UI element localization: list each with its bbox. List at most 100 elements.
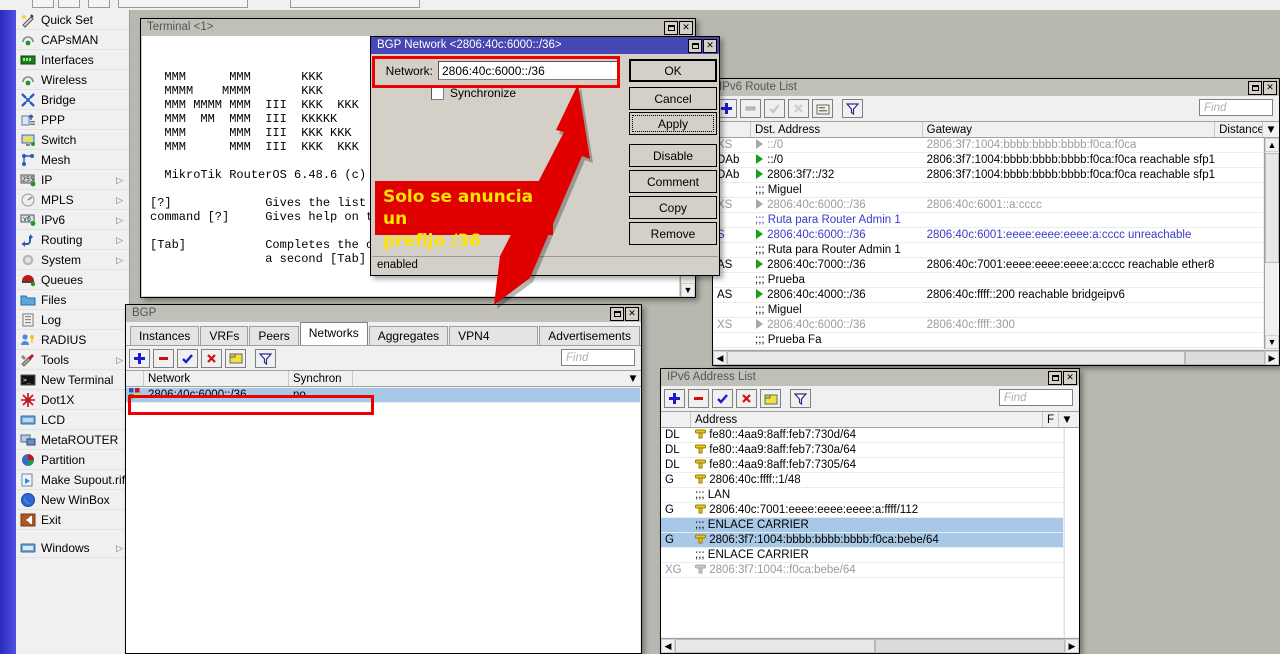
comment-row[interactable]: ;;; Miguel xyxy=(713,183,1263,198)
sidebar-item-make-supout-rif[interactable]: Make Supout.rif xyxy=(16,470,129,490)
scroll-thumb-h[interactable] xyxy=(675,639,875,653)
address-list-find-input[interactable]: Find xyxy=(999,389,1073,406)
toolbar-search-field[interactable] xyxy=(290,0,420,8)
sidebar-item-system[interactable]: System▷ xyxy=(16,250,129,270)
comment-row[interactable]: ;;; Ruta para Router Admin 1 xyxy=(713,213,1263,228)
disable-icon[interactable] xyxy=(201,349,222,368)
tab-advertisements[interactable]: Advertisements xyxy=(539,326,640,345)
restore-icon[interactable] xyxy=(1048,371,1062,385)
cancel-button[interactable]: Cancel xyxy=(629,87,717,110)
add-icon[interactable] xyxy=(664,389,685,408)
address-list-titlebar[interactable]: IPv6 Address List ✕ xyxy=(661,369,1079,386)
sidebar-item-mpls[interactable]: MPLS▷ xyxy=(16,190,129,210)
sidebar-item-log[interactable]: Log xyxy=(16,310,129,330)
scroll-thumb[interactable] xyxy=(1265,153,1279,263)
tab-peers[interactable]: Peers xyxy=(249,326,298,345)
filter-icon[interactable] xyxy=(255,349,276,368)
comment-row[interactable]: ;;; Prueba xyxy=(713,273,1263,288)
bgp-network-titlebar[interactable]: BGP Network <2806:40c:6000::/36> ✕ xyxy=(371,37,719,54)
ipv6-address-list-window[interactable]: IPv6 Address List ✕ Find Address F ▼ DL … xyxy=(660,368,1080,654)
remove-icon[interactable] xyxy=(688,389,709,408)
ok-button[interactable]: OK xyxy=(629,59,717,82)
toolbar-button-1[interactable] xyxy=(32,0,54,8)
close-icon[interactable]: ✕ xyxy=(703,39,717,53)
sidebar-item-ipv6[interactable]: v6IPv6▷ xyxy=(16,210,129,230)
table-row[interactable]: XS 2806:40c:6000::/362806:40c:6001::a:cc… xyxy=(713,198,1263,213)
col-f[interactable]: F xyxy=(1043,412,1059,427)
scroll-up-icon[interactable]: ▲ xyxy=(1265,138,1279,152)
close-icon[interactable]: ✕ xyxy=(625,307,639,321)
table-row[interactable]: DL fe80::4aa9:8aff:feb7:730d/64 xyxy=(661,428,1063,443)
restore-icon[interactable] xyxy=(688,39,702,53)
table-row[interactable]: DAb ::/02806:3f7:1004:bbbb:bbbb:bbbb:f0c… xyxy=(713,153,1263,168)
restore-icon[interactable] xyxy=(610,307,624,321)
route-list-vscrollbar[interactable]: ▲ ▼ xyxy=(1264,138,1279,349)
sidebar-item-radius[interactable]: RADIUS xyxy=(16,330,129,350)
table-row[interactable]: AS 2806:40c:7000::/362806:40c:7001:eeee:… xyxy=(713,258,1263,273)
scroll-down-icon[interactable]: ▼ xyxy=(1265,335,1279,349)
scroll-down-icon[interactable]: ▼ xyxy=(681,283,695,297)
remove-button[interactable]: Remove xyxy=(629,222,717,245)
toolbar-address-field[interactable] xyxy=(118,0,248,8)
terminal-titlebar[interactable]: Terminal <1> ✕ xyxy=(141,19,695,36)
sidebar-item-tools[interactable]: Tools▷ xyxy=(16,350,129,370)
tab-vrfs[interactable]: VRFs xyxy=(200,326,248,345)
comment-row[interactable]: ;;; Ruta para Router Admin 1 xyxy=(713,243,1263,258)
table-row[interactable]: G 2806:40c:ffff::1/48 xyxy=(661,473,1063,488)
comment-button[interactable]: Comment xyxy=(629,170,717,193)
sidebar-item-wireless[interactable]: Wireless xyxy=(16,70,129,90)
table-row[interactable]: XG 2806:3f7:1004::f0ca:bebe/64 xyxy=(661,563,1063,578)
sidebar-item-dot1x[interactable]: Dot1X xyxy=(16,390,129,410)
table-row[interactable]: S 2806:40c:6000::/362806:40c:6001:eeee:e… xyxy=(713,228,1263,243)
sidebar-item-quick-set[interactable]: Quick Set xyxy=(16,10,129,30)
route-list-titlebar[interactable]: IPv6 Route List ✕ xyxy=(713,79,1279,96)
table-row[interactable]: XS 2806:40c:6000::/362806:40c:ffff::300 xyxy=(713,318,1263,333)
route-list-find-input[interactable]: Find xyxy=(1199,99,1273,116)
sidebar-item-ppp[interactable]: PPP xyxy=(16,110,129,130)
sidebar-item-metarouter[interactable]: MetaROUTER xyxy=(16,430,129,450)
sidebar-item-queues[interactable]: Queues xyxy=(16,270,129,290)
restore-icon[interactable] xyxy=(1248,81,1262,95)
comment-icon[interactable] xyxy=(760,389,781,408)
column-menu-icon[interactable]: ▼ xyxy=(1263,122,1279,137)
synchronize-checkbox[interactable] xyxy=(431,87,444,100)
comment-row[interactable]: ;;; ENLACE CARRIER xyxy=(661,518,1063,533)
scroll-right-icon[interactable]: ▶ xyxy=(1065,639,1079,653)
col-distance[interactable]: Distance xyxy=(1215,122,1263,137)
comment-row[interactable]: ;;; Miguel xyxy=(713,303,1263,318)
sidebar-item-mesh[interactable]: Mesh xyxy=(16,150,129,170)
sidebar-item-new-winbox[interactable]: New WinBox xyxy=(16,490,129,510)
sidebar-item-interfaces[interactable]: Interfaces xyxy=(16,50,129,70)
bgp-find-input[interactable]: Find xyxy=(561,349,635,366)
sidebar-item-partition[interactable]: Partition xyxy=(16,450,129,470)
col-gateway[interactable]: Gateway xyxy=(923,122,1215,137)
bgp-window[interactable]: BGP ✕ InstancesVRFsPeersNetworksAggregat… xyxy=(125,304,642,654)
scroll-right-icon[interactable]: ▶ xyxy=(1265,351,1279,365)
restore-icon[interactable] xyxy=(664,21,678,35)
ipv6-route-list-window[interactable]: IPv6 Route List ✕ Find Dst. Address Gate… xyxy=(712,78,1280,366)
route-list-hscrollbar[interactable]: ◀ ▶ xyxy=(713,350,1279,365)
toolbar-button-2[interactable] xyxy=(58,0,80,8)
apply-button[interactable]: Apply xyxy=(629,112,717,135)
scroll-left-icon[interactable]: ◀ xyxy=(713,351,727,365)
table-row[interactable]: AS 2806:40c:4000::/362806:40c:ffff::200 … xyxy=(713,288,1263,303)
comment-icon[interactable] xyxy=(225,349,246,368)
sidebar-item-new-terminal[interactable]: >_New Terminal xyxy=(16,370,129,390)
comment-row[interactable]: ;;; Prueba Fa xyxy=(713,333,1263,348)
sidebar-item-capsman[interactable]: CAPsMAN xyxy=(16,30,129,50)
close-icon[interactable]: ✕ xyxy=(679,21,693,35)
comment-icon[interactable] xyxy=(812,99,833,118)
table-row[interactable]: DL fe80::4aa9:8aff:feb7:730a/64 xyxy=(661,443,1063,458)
column-menu-icon[interactable]: ▼ xyxy=(1059,412,1075,427)
table-row[interactable]: G 2806:3f7:1004:bbbb:bbbb:bbbb:f0ca:bebe… xyxy=(661,533,1063,548)
bgp-titlebar[interactable]: BGP ✕ xyxy=(126,305,641,322)
scroll-left-icon[interactable]: ◀ xyxy=(661,639,675,653)
close-icon[interactable]: ✕ xyxy=(1263,81,1277,95)
col-address[interactable]: Address xyxy=(691,412,1043,427)
close-icon[interactable]: ✕ xyxy=(1063,371,1077,385)
sidebar-item-switch[interactable]: Switch xyxy=(16,130,129,150)
comment-row[interactable]: ;;; ENLACE CARRIER xyxy=(661,548,1063,563)
tab-instances[interactable]: Instances xyxy=(130,326,199,345)
tab-vpn4-routes[interactable]: VPN4 Routes xyxy=(449,326,538,345)
address-list-vscrollbar[interactable] xyxy=(1064,428,1079,637)
